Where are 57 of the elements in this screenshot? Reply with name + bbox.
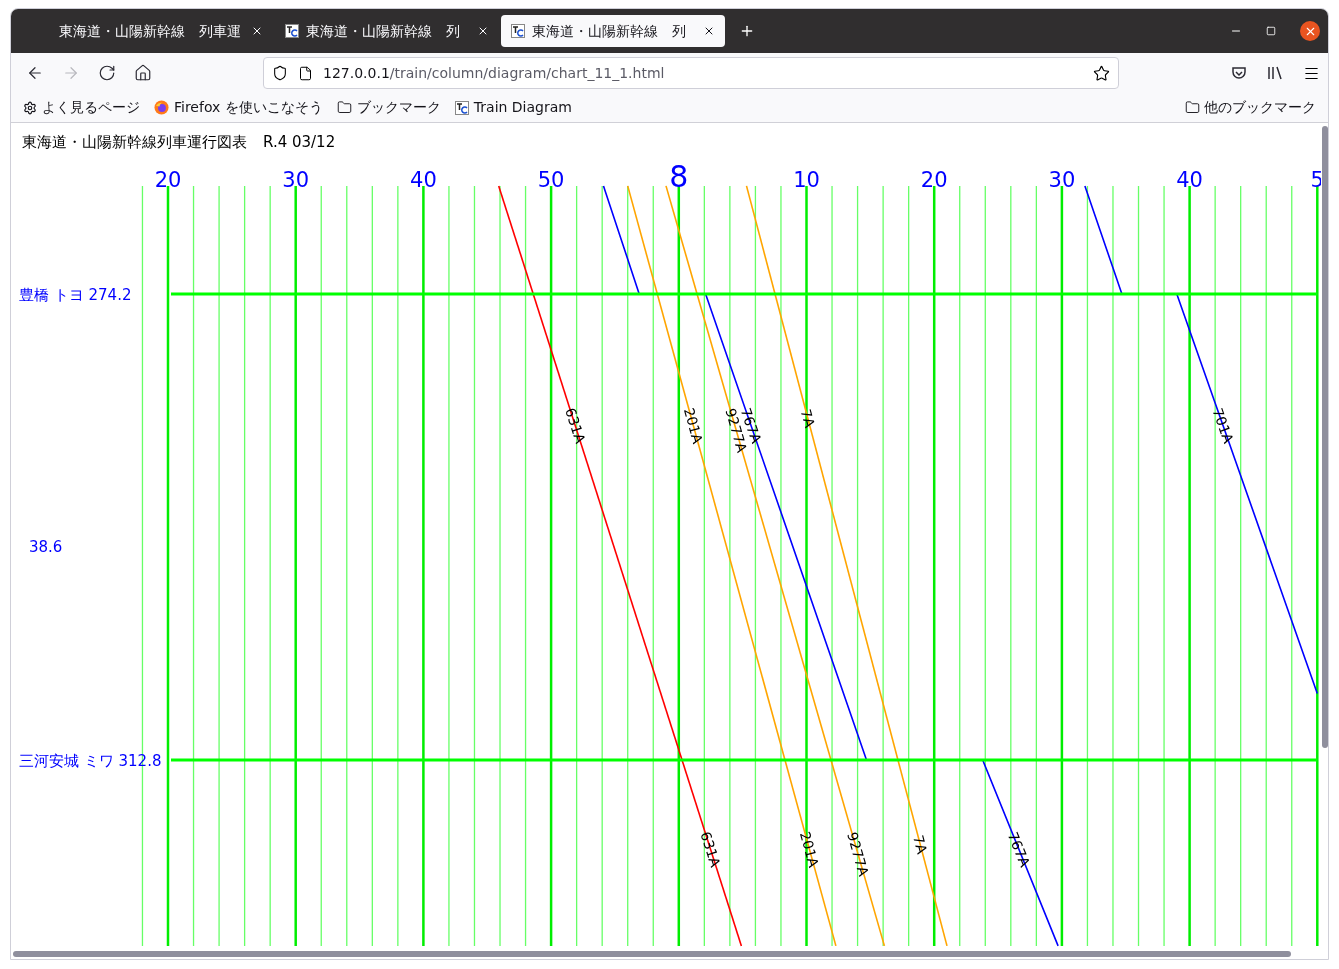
favicon-icon: [454, 100, 469, 115]
train-number: 9277A: [844, 830, 872, 879]
train-number: 7A: [797, 407, 818, 430]
train-number: 201A: [680, 406, 706, 446]
browser-tab[interactable]: 東海道・山陽新幹線 列: [501, 15, 725, 47]
train-number: 701A: [1209, 405, 1237, 446]
address-bar[interactable]: 127.0.0.1/train/column/diagram/chart_11_1.html: [263, 57, 1119, 89]
tab-title: 東海道・山陽新幹線 列: [532, 21, 687, 41]
time-label: 8: [669, 161, 689, 194]
page-icon: [298, 65, 313, 81]
close-tab-icon[interactable]: [251, 25, 263, 37]
folder-icon: [1185, 100, 1200, 115]
time-label: 20: [920, 168, 948, 192]
close-window-button[interactable]: [1300, 21, 1320, 41]
bookmark-star-icon[interactable]: [1093, 64, 1110, 82]
home-icon: [134, 64, 152, 82]
close-tab-icon[interactable]: [703, 25, 715, 37]
bookmark-item[interactable]: Firefox を使いこなそう: [154, 97, 323, 118]
vertical-scrollbar-thumb[interactable]: [1321, 126, 1328, 748]
time-label: 40: [1176, 168, 1203, 192]
pocket-icon[interactable]: [1231, 65, 1247, 81]
time-label: 30: [1048, 168, 1076, 192]
tab-title: 東海道・山陽新幹線 列: [306, 21, 461, 41]
settings-icon: [23, 100, 37, 115]
time-label: 20: [154, 168, 182, 192]
time-label: 30: [282, 168, 310, 192]
train-number: 631A: [562, 405, 589, 446]
bookmark-item[interactable]: Train Diagram: [454, 97, 572, 118]
reload-icon: [98, 64, 116, 82]
train-number: 767A: [1004, 829, 1034, 870]
library-icon[interactable]: [1267, 65, 1283, 81]
close-tab-icon[interactable]: [477, 25, 489, 37]
browser-tab[interactable]: 東海道・山陽新幹線 列車運: [49, 15, 273, 47]
horizontal-scrollbar-thumb[interactable]: [13, 951, 1291, 957]
train-number: 631A: [697, 829, 724, 870]
firefox-icon: [154, 100, 169, 115]
train-number: 7A: [910, 833, 931, 856]
browser-tab[interactable]: 東海道・山陽新幹線 列: [275, 15, 499, 47]
page-date: R.4 03/12: [263, 131, 336, 153]
back-icon: [26, 64, 44, 82]
new-tab-icon[interactable]: [739, 23, 755, 39]
bookmark-item[interactable]: ブックマーク: [336, 97, 441, 118]
time-label: 10: [793, 168, 820, 192]
station-label: 豊橋 トヨ 274.2: [19, 286, 132, 304]
url-text: 127.0.0.1/train/column/diagram/chart_11_1.html: [323, 63, 665, 83]
folder-icon: [336, 100, 352, 115]
shield-icon[interactable]: [272, 65, 288, 81]
page-title: 東海道・山陽新幹線列車運行図表: [22, 131, 247, 153]
train-number: 201A: [796, 829, 822, 869]
forward-icon: [62, 64, 80, 82]
other-bookmarks[interactable]: 他のブックマーク: [1185, 97, 1316, 118]
tab-title: 東海道・山陽新幹線 列車運: [59, 21, 242, 41]
time-label: 50: [537, 168, 565, 192]
time-label: 40: [410, 168, 437, 192]
distance-label: 38.6: [29, 537, 63, 556]
maximize-icon[interactable]: [1266, 26, 1276, 36]
bookmark-item[interactable]: よく見るページ: [23, 97, 140, 118]
